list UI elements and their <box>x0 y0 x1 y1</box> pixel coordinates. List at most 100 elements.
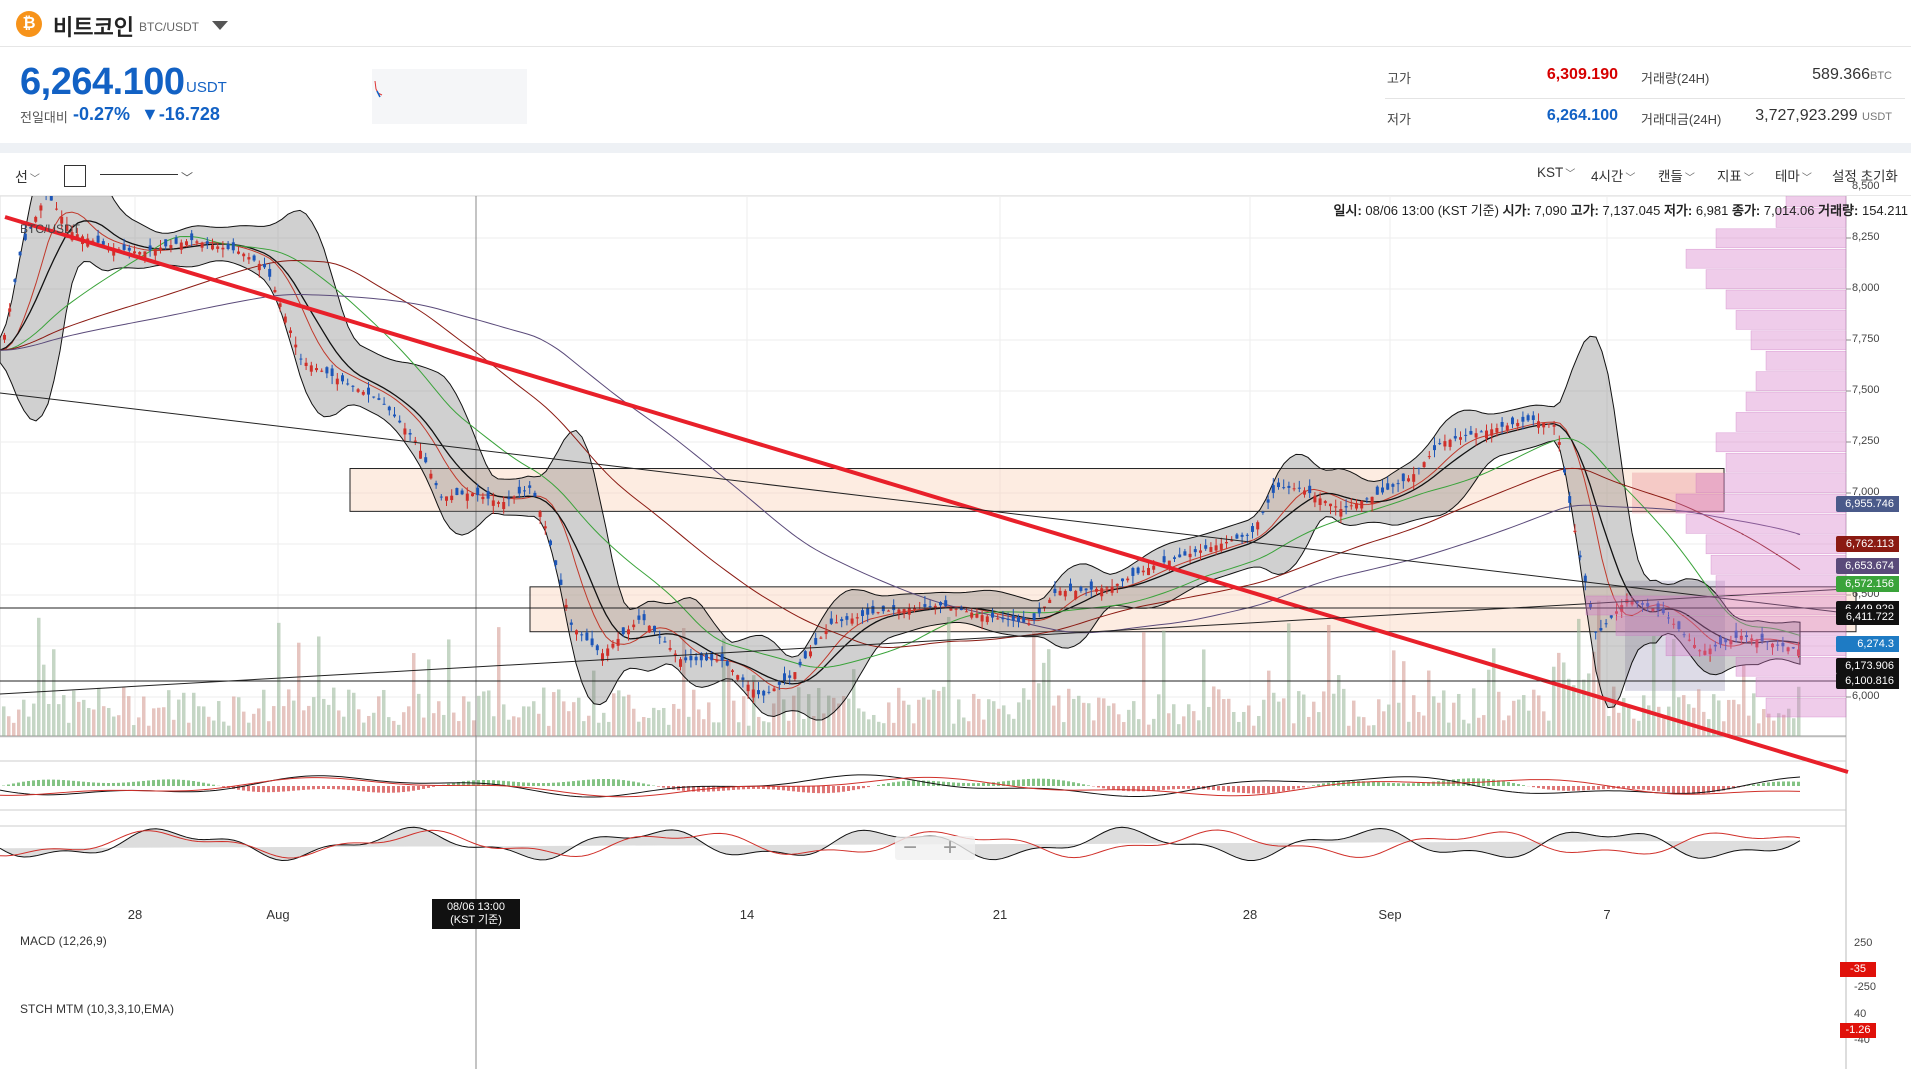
macd-histogram-bar <box>967 783 970 786</box>
volume-bar <box>1427 670 1431 736</box>
volume-bar <box>1607 716 1611 736</box>
candle-body <box>346 383 350 385</box>
price-chart[interactable]: BTC/USDT 일시: 08/06 13:00 (KST 기준) 시가: 7,… <box>0 180 1911 1069</box>
candle-body <box>39 205 43 211</box>
volume-bar <box>222 721 226 736</box>
candle-body <box>1552 425 1556 427</box>
candle-body <box>450 495 454 501</box>
macd-histogram-bar <box>177 779 180 786</box>
macd-histogram-bar <box>1372 781 1375 786</box>
candle-body <box>710 654 714 661</box>
volume-bar <box>892 722 896 736</box>
macd-histogram-bar <box>277 786 280 792</box>
macd-histogram-bar <box>1297 786 1300 789</box>
volume-bar <box>22 699 26 736</box>
macd-histogram-bar <box>607 779 610 786</box>
volume-bar <box>762 721 766 736</box>
coin-dropdown-icon[interactable] <box>212 21 228 30</box>
candle-body <box>1599 628 1603 631</box>
volume-bar <box>1187 704 1191 736</box>
volume-bar <box>437 701 441 736</box>
macd-histogram-bar <box>1097 786 1100 788</box>
volume-bar <box>967 721 971 736</box>
macd-histogram-bar <box>1667 786 1670 793</box>
volume-bar <box>1782 714 1786 736</box>
indicators-menu[interactable]: 지표 ﹀ <box>1717 165 1754 185</box>
candle-body <box>169 245 173 249</box>
volume-bar <box>497 627 501 736</box>
line-tool-menu[interactable]: 선 ﹀ <box>15 167 40 187</box>
candle-body <box>538 511 542 517</box>
zoom-in-button[interactable]: + <box>943 834 957 862</box>
volume-bar <box>1137 719 1141 736</box>
x-tick-label: 14 <box>739 907 755 922</box>
chart-canvas[interactable] <box>0 196 1911 1069</box>
candle-body <box>434 482 438 486</box>
macd-histogram-bar <box>192 781 195 786</box>
volume-bar <box>882 723 886 736</box>
macd-histogram-bar <box>1432 781 1435 786</box>
candle-body <box>1375 486 1379 495</box>
chevron-down-icon[interactable]: ﹀ <box>181 169 193 186</box>
volume-bar <box>947 616 951 736</box>
volume-bar <box>1527 710 1531 736</box>
x-tick-label: 28 <box>127 907 143 922</box>
candle-body <box>715 660 719 662</box>
macd-histogram-bar <box>72 780 75 786</box>
candle-body <box>679 659 682 667</box>
macd-histogram-bar <box>832 786 835 793</box>
volume-bar <box>937 691 941 736</box>
macd-histogram-bar <box>662 786 665 788</box>
volume-bar <box>1492 648 1496 736</box>
candle-body <box>824 630 828 635</box>
candle-body <box>658 636 662 638</box>
volume-bar <box>522 706 526 736</box>
candle-body <box>590 638 594 646</box>
macd-histogram-bar <box>267 786 270 793</box>
macd-histogram-bar <box>1237 786 1240 793</box>
theme-menu[interactable]: 테마 ﹀ <box>1775 165 1812 185</box>
chart-type-menu[interactable]: 캔들 ﹀ <box>1658 165 1695 185</box>
volume-bar <box>1052 705 1056 736</box>
volume-bar <box>217 701 221 736</box>
volume-bar <box>1202 649 1206 736</box>
candle-body <box>528 485 532 488</box>
candle-body <box>684 657 688 661</box>
candle-body <box>471 493 474 497</box>
macd-histogram-bar <box>7 784 10 786</box>
line-style-picker[interactable] <box>100 174 178 175</box>
timezone-menu[interactable]: KST ﹀ <box>1537 165 1575 180</box>
candle-body <box>1188 553 1192 558</box>
volume-profile-bar <box>1735 412 1847 432</box>
candle-body <box>809 651 812 657</box>
candle-body <box>814 637 818 645</box>
volume-bar <box>927 699 931 736</box>
volume-bar <box>367 715 371 736</box>
interval-menu[interactable]: 4시간 ﹀ <box>1591 165 1635 185</box>
macd-histogram-bar <box>12 783 15 786</box>
macd-histogram-bar <box>1517 784 1520 786</box>
candle-body <box>330 368 334 377</box>
zoom-out-button[interactable]: − <box>903 834 917 862</box>
color-picker[interactable] <box>64 165 86 187</box>
macd-histogram-bar <box>1592 786 1595 790</box>
macd-histogram-bar <box>352 786 355 791</box>
volume-bar <box>942 686 946 736</box>
candle-body <box>413 440 417 442</box>
candle-body <box>1219 543 1223 550</box>
amount-value: 3,727,923.299 USDT <box>1755 107 1892 124</box>
candle-body <box>1563 469 1566 473</box>
volume-bar <box>1037 683 1041 736</box>
volume-profile-bar <box>1585 595 1847 616</box>
macd-histogram-bar <box>547 782 550 786</box>
volume-bar <box>1457 693 1461 736</box>
macd-histogram-bar <box>1172 786 1175 790</box>
volume-bar <box>732 700 736 736</box>
volume-bar <box>1727 699 1731 736</box>
candle-body <box>788 675 792 678</box>
title-bar: ₿ 비트코인 BTC/USDT <box>0 0 1911 47</box>
candle-body <box>1417 467 1421 469</box>
macd-histogram-bar <box>332 786 335 790</box>
volume-profile-bar <box>1715 575 1847 595</box>
volume-bar <box>1272 692 1276 736</box>
